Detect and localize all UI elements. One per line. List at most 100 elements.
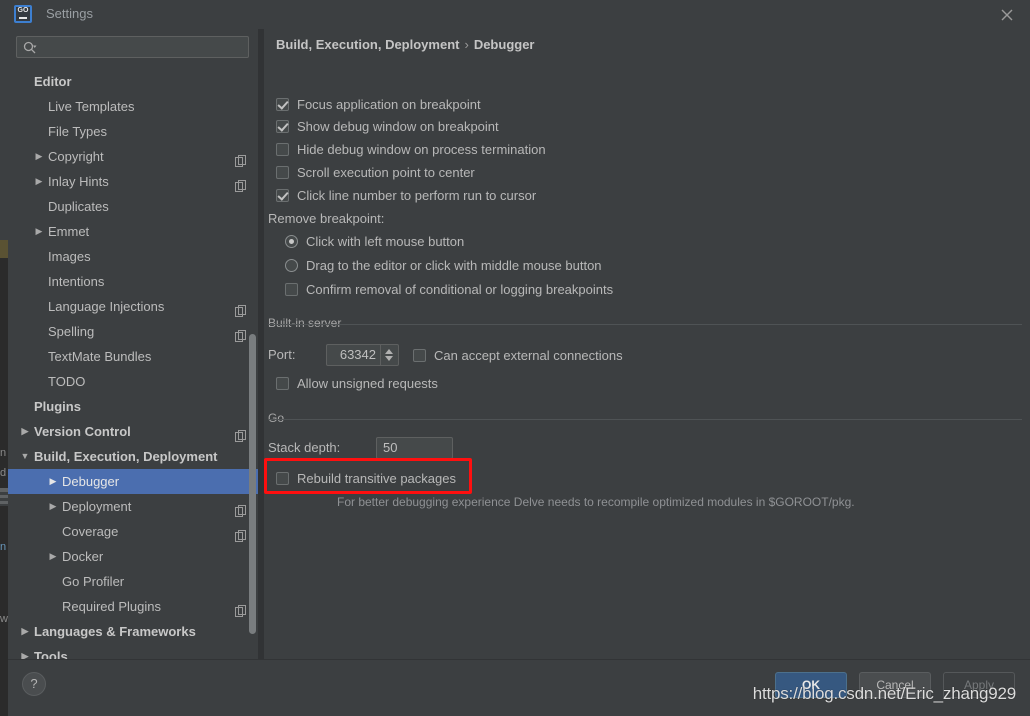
- sidebar-item-images[interactable]: Images: [8, 244, 258, 269]
- checkbox-box[interactable]: [276, 120, 289, 133]
- sidebar-item-label: Go Profiler: [62, 574, 125, 589]
- checkbox-box[interactable]: [285, 283, 298, 296]
- sidebar-item-copyright[interactable]: ▶ Copyright: [8, 144, 258, 169]
- sidebar-item-label: Copyright: [48, 149, 104, 164]
- sidebar-item-label: Images: [48, 249, 91, 264]
- close-icon[interactable]: [996, 5, 1018, 25]
- chevron-right-icon[interactable]: ▶: [18, 619, 32, 644]
- sidebar-item-debugger[interactable]: ▶ Debugger: [8, 469, 258, 494]
- dialog-footer: ? OK Cancel Apply https://blog.csdn.net/…: [8, 659, 1030, 716]
- checkbox-label: Hide debug window on process termination: [297, 142, 546, 157]
- sidebar-item-duplicates[interactable]: Duplicates: [8, 194, 258, 219]
- chevron-right-icon[interactable]: ▶: [18, 644, 32, 659]
- sidebar-item-label: Docker: [62, 549, 104, 564]
- backdrop-text-artifact: n: [0, 541, 7, 553]
- sidebar-item-tools[interactable]: ▶ Tools: [8, 644, 258, 659]
- backdrop-line-1: [0, 488, 8, 492]
- chevron-right-icon[interactable]: ▶: [46, 544, 60, 569]
- sidebar-item-label: Inlay Hints: [48, 174, 109, 189]
- chevron-right-icon[interactable]: ▶: [46, 494, 60, 519]
- sidebar-item-languages-frameworks[interactable]: ▶ Languages & Frameworks: [8, 619, 258, 644]
- sidebar-item-plugins[interactable]: Plugins: [8, 394, 258, 419]
- stack-depth-value: 50: [383, 440, 398, 455]
- copy-settings-icon[interactable]: [235, 300, 246, 317]
- sidebar-scrollbar[interactable]: [249, 334, 256, 634]
- section-built-in-server: Built-in server: [268, 316, 1022, 330]
- spinner-down-icon[interactable]: [385, 356, 393, 361]
- checkbox-box[interactable]: [276, 143, 289, 156]
- sidebar-item-required-plugins[interactable]: Required Plugins: [8, 594, 258, 619]
- goland-icon: GO: [14, 5, 32, 23]
- sidebar-item-build-execution-deployment[interactable]: ▼ Build, Execution, Deployment: [8, 444, 258, 469]
- cancel-button[interactable]: Cancel: [859, 672, 931, 698]
- remove-breakpoint-label: Remove breakpoint:: [268, 211, 385, 226]
- chevron-down-icon[interactable]: ▼: [18, 444, 32, 469]
- checkbox-box[interactable]: [276, 472, 289, 485]
- port-spinner[interactable]: [380, 345, 398, 365]
- checkbox-box[interactable]: [413, 349, 426, 362]
- chevron-right-icon[interactable]: ▶: [18, 419, 32, 444]
- copy-settings-icon[interactable]: [235, 150, 246, 167]
- checkbox-box[interactable]: [276, 189, 289, 202]
- sidebar-item-docker[interactable]: ▶ Docker: [8, 544, 258, 569]
- sidebar-item-label: Deployment: [62, 499, 132, 514]
- copy-settings-icon[interactable]: [235, 175, 246, 192]
- radio-button[interactable]: [285, 259, 298, 272]
- sidebar-item-inlay-hints[interactable]: ▶ Inlay Hints: [8, 169, 258, 194]
- sidebar-item-version-control[interactable]: ▶ Version Control: [8, 419, 258, 444]
- chevron-right-icon[interactable]: ▶: [32, 144, 46, 169]
- copy-settings-icon[interactable]: [235, 525, 246, 542]
- sidebar-item-textmate-bundles[interactable]: TextMate Bundles: [8, 344, 258, 369]
- sidebar-item-label: TextMate Bundles: [48, 349, 152, 364]
- checkbox-label: Rebuild transitive packages: [297, 471, 456, 486]
- search-input[interactable]: [43, 37, 244, 59]
- sidebar-item-deployment[interactable]: ▶ Deployment: [8, 494, 258, 519]
- spinner-up-icon[interactable]: [385, 349, 393, 354]
- sidebar-item-label: Intentions: [48, 274, 105, 289]
- chevron-right-icon[interactable]: ▶: [32, 169, 46, 194]
- section-divider-line: [268, 419, 1022, 420]
- sidebar-item-go-profiler[interactable]: Go Profiler: [8, 569, 258, 594]
- sidebar-item-emmet[interactable]: ▶ Emmet: [8, 219, 258, 244]
- stack-depth-label: Stack depth:: [268, 440, 341, 455]
- copy-settings-icon[interactable]: [235, 500, 246, 517]
- ok-button[interactable]: OK: [775, 672, 847, 698]
- search-box[interactable]: [16, 36, 249, 59]
- sidebar-item-file-types[interactable]: File Types: [8, 119, 258, 144]
- sidebar-item-spelling[interactable]: Spelling: [8, 319, 258, 344]
- port-label: Port:: [268, 347, 296, 362]
- breadcrumb-root[interactable]: Build, Execution, Deployment: [276, 37, 459, 52]
- settings-detail-panel: Build, Execution, Deployment › Debugger Fo…: [264, 29, 1030, 659]
- checkbox-box[interactable]: [276, 98, 289, 111]
- checkbox-box[interactable]: [276, 377, 289, 390]
- sidebar-item-intentions[interactable]: Intentions: [8, 269, 258, 294]
- dialog-titlebar: GO Settings: [8, 0, 1030, 29]
- radio-button[interactable]: [285, 235, 298, 248]
- copy-settings-icon[interactable]: [235, 425, 246, 442]
- stack-depth-input[interactable]: 50: [376, 437, 453, 459]
- chevron-right-icon[interactable]: ▶: [46, 469, 60, 494]
- section-label: Go: [268, 411, 292, 425]
- section-divider-line: [268, 324, 1022, 325]
- sidebar-item-coverage[interactable]: Coverage: [8, 519, 258, 544]
- sidebar-item-todo[interactable]: TODO: [8, 369, 258, 394]
- backdrop-editor-strip-2: [0, 506, 8, 716]
- help-button[interactable]: ?: [22, 672, 46, 696]
- window-title: Settings: [46, 6, 93, 21]
- copy-settings-icon[interactable]: [235, 600, 246, 617]
- chevron-right-icon[interactable]: ▶: [32, 219, 46, 244]
- radio-label: Drag to the editor or click with middle …: [306, 258, 602, 273]
- settings-sidebar: Editor Live Templates File Types ▶ Copyright…: [8, 29, 258, 659]
- sidebar-item-language-injections[interactable]: Language Injections: [8, 294, 258, 319]
- checkbox-box[interactable]: [276, 166, 289, 179]
- apply-button[interactable]: Apply: [943, 672, 1015, 698]
- sidebar-item-label: Debugger: [62, 474, 120, 489]
- copy-settings-icon[interactable]: [235, 325, 246, 342]
- sidebar-item-live-templates[interactable]: Live Templates: [8, 94, 258, 119]
- port-input[interactable]: 63342: [326, 344, 399, 366]
- port-value: 63342: [339, 347, 376, 362]
- checkbox-label: Show debug window on breakpoint: [297, 119, 499, 134]
- sidebar-item-label: Plugins: [34, 399, 81, 414]
- sidebar-item-editor[interactable]: Editor: [8, 69, 258, 94]
- sidebar-item-label: Duplicates: [48, 199, 109, 214]
